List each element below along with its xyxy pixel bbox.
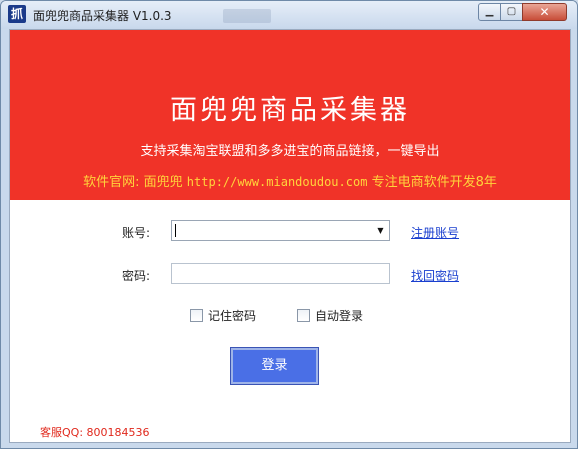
checkbox-icon[interactable] — [190, 309, 203, 322]
maximize-icon: ▢ — [506, 6, 517, 17]
password-label: 密码: — [121, 269, 150, 283]
maximize-button[interactable]: ▢ — [500, 3, 523, 21]
app-window: 抓 面兜兜商品采集器 V1.0.3 ▁ ▢ ✕ 面兜兜商品采集器 支持采集淘宝联… — [0, 0, 578, 449]
password-field[interactable] — [171, 263, 390, 284]
window-title: 面兜兜商品采集器 V1.0.3 — [33, 9, 172, 23]
qq-support-text: 客服QQ: 800184536 — [40, 426, 150, 439]
account-combobox[interactable]: ▼ — [171, 220, 390, 241]
dropdown-arrow-icon[interactable]: ▼ — [372, 221, 389, 240]
banner-website-line: 软件官网: 面兜兜 http://www.miandoudou.com 专注电商… — [10, 171, 570, 190]
auto-login-checkbox[interactable]: 自动登录 — [297, 307, 363, 323]
auto-login-label: 自动登录 — [315, 309, 364, 323]
site-suffix: 专注电商软件开发8年 — [371, 175, 497, 190]
minimize-icon: ▁ — [485, 6, 494, 17]
register-account-link[interactable]: 注册账号 — [411, 224, 459, 241]
banner-subtitle: 支持采集淘宝联盟和多多进宝的商品链接，一键导出 — [140, 144, 440, 159]
login-button[interactable]: 登录 — [230, 347, 319, 385]
banner-title: 面兜兜商品采集器 — [170, 95, 410, 126]
remember-password-label: 记住密码 — [208, 309, 257, 323]
account-label: 账号: — [121, 226, 150, 240]
login-panel: 面兜兜商品采集器 支持采集淘宝联盟和多多进宝的商品链接，一键导出 软件官网: 面… — [9, 29, 571, 443]
header-banner: 面兜兜商品采集器 支持采集淘宝联盟和多多进宝的商品链接，一键导出 软件官网: 面… — [10, 30, 570, 200]
app-logo-icon: 抓 — [8, 5, 26, 23]
site-url: http://www.miandoudou.com — [186, 175, 368, 189]
minimize-button[interactable]: ▁ — [478, 3, 501, 21]
remember-password-checkbox[interactable]: 记住密码 — [190, 307, 256, 323]
site-prefix: 软件官网: 面兜兜 — [83, 175, 183, 190]
close-icon: ✕ — [539, 5, 550, 19]
recover-password-link[interactable]: 找回密码 — [411, 267, 459, 284]
text-cursor — [175, 224, 176, 237]
title-bar[interactable]: 抓 面兜兜商品采集器 V1.0.3 ▁ ▢ ✕ — [1, 1, 577, 29]
background-window-ghost — [223, 9, 271, 23]
close-button[interactable]: ✕ — [522, 3, 567, 21]
checkbox-icon[interactable] — [297, 309, 310, 322]
